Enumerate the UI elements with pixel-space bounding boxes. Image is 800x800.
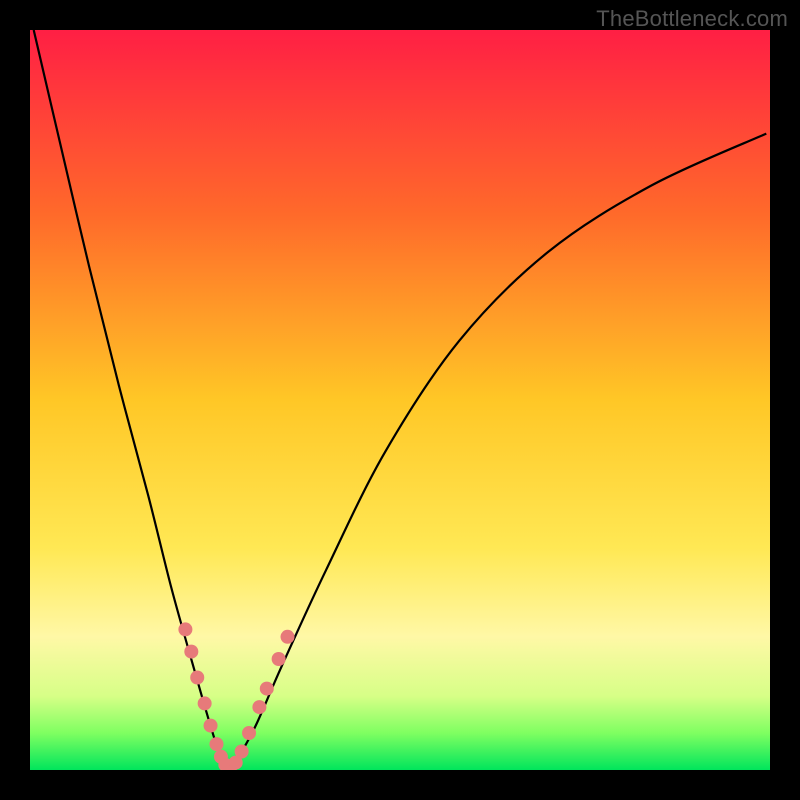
curve-layer — [30, 30, 770, 770]
highlight-dot — [252, 700, 266, 714]
highlight-dots — [178, 622, 294, 770]
bottleneck-curve — [34, 30, 767, 769]
highlight-dot — [281, 630, 295, 644]
highlight-dot — [242, 726, 256, 740]
chart-stage: TheBottleneck.com — [0, 0, 800, 800]
highlight-dot — [209, 737, 223, 751]
highlight-dot — [184, 645, 198, 659]
highlight-dot — [272, 652, 286, 666]
watermark-text: TheBottleneck.com — [596, 6, 788, 32]
highlight-dot — [235, 745, 249, 759]
highlight-dot — [260, 682, 274, 696]
highlight-dot — [204, 719, 218, 733]
highlight-dot — [178, 622, 192, 636]
plot-area — [30, 30, 770, 770]
highlight-dot — [190, 671, 204, 685]
highlight-dot — [198, 696, 212, 710]
plot-frame — [30, 30, 770, 770]
